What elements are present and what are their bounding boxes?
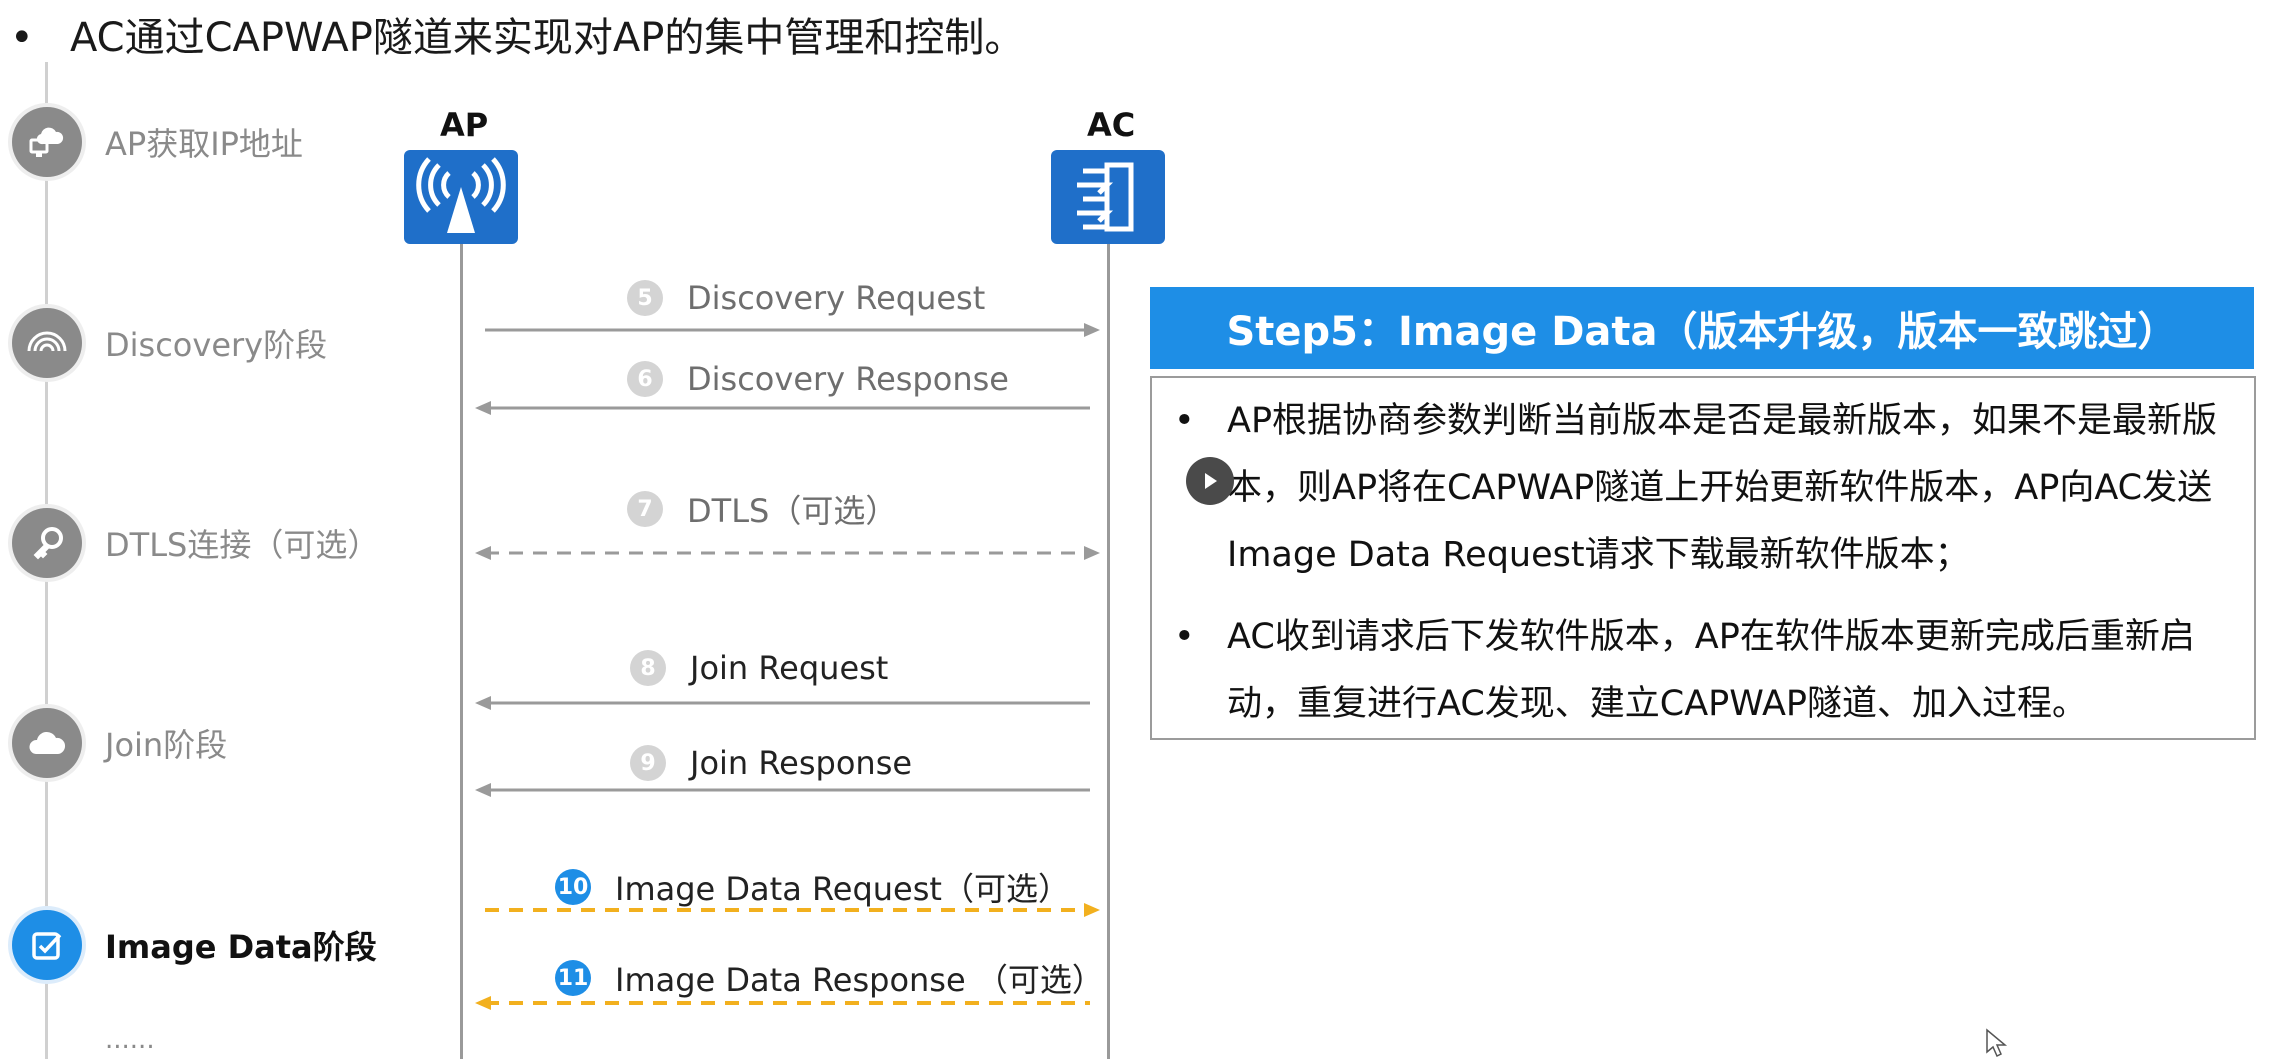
message-label: Join Response: [690, 744, 913, 782]
message-label: Image Data Request（可选）: [615, 870, 1070, 908]
play-button[interactable]: [1186, 457, 1234, 505]
message-6: 6 Discovery Response: [627, 360, 1009, 398]
message-label: Join Request: [690, 649, 889, 687]
step-number: 8: [630, 650, 666, 686]
message-11: 11 Image Data Response （可选）: [555, 955, 1104, 1001]
message-9: 9 Join Response: [630, 744, 912, 782]
arrow-message-5: [485, 323, 1100, 337]
message-label: DTLS（可选）: [687, 492, 898, 530]
step-number: 11: [555, 960, 591, 996]
message-7: 7 DTLS（可选）: [627, 486, 897, 532]
step-number: 5: [627, 280, 663, 316]
step-description: • AP根据协商参数判断当前版本是否是最新版本，如果不是最新版本，则AP将在CAP…: [1150, 376, 2256, 740]
step-number: 7: [627, 491, 663, 527]
step-bullet-2: • AC收到请求后下发软件版本，AP在软件版本更新完成后重新启动，重复进行AC发现…: [1174, 604, 2247, 738]
step-number: 10: [555, 869, 591, 905]
arrow-message-9: [475, 783, 1090, 797]
arrow-message-8: [475, 696, 1090, 710]
step-header: Step5：Image Data（版本升级，版本一致跳过）: [1150, 287, 2254, 369]
message-5: 5 Discovery Request: [627, 279, 985, 317]
message-label: Discovery Request: [687, 279, 986, 317]
message-10: 10 Image Data Request（可选）: [555, 864, 1070, 910]
message-label: Image Data Response （可选）: [615, 961, 1104, 999]
step-number: 9: [630, 745, 666, 781]
play-icon: [1205, 473, 1217, 489]
message-label: Discovery Response: [687, 360, 1009, 398]
step-number: 6: [627, 361, 663, 397]
mouse-cursor-icon: [1986, 1028, 2008, 1058]
bullet-text: AC收到请求后下发软件版本，AP在软件版本更新完成后重新启动，重复进行AC发现、…: [1227, 617, 2195, 724]
step-bullet-1: • AP根据协商参数判断当前版本是否是最新版本，如果不是最新版本，则AP将在CAP…: [1174, 388, 2247, 589]
message-8: 8 Join Request: [630, 649, 888, 687]
arrow-message-6: [475, 401, 1090, 415]
bullet-text: AP根据协商参数判断当前版本是否是最新版本，如果不是最新版本，则AP将在CAPW…: [1227, 401, 2218, 575]
arrow-message-7: [475, 546, 1100, 560]
